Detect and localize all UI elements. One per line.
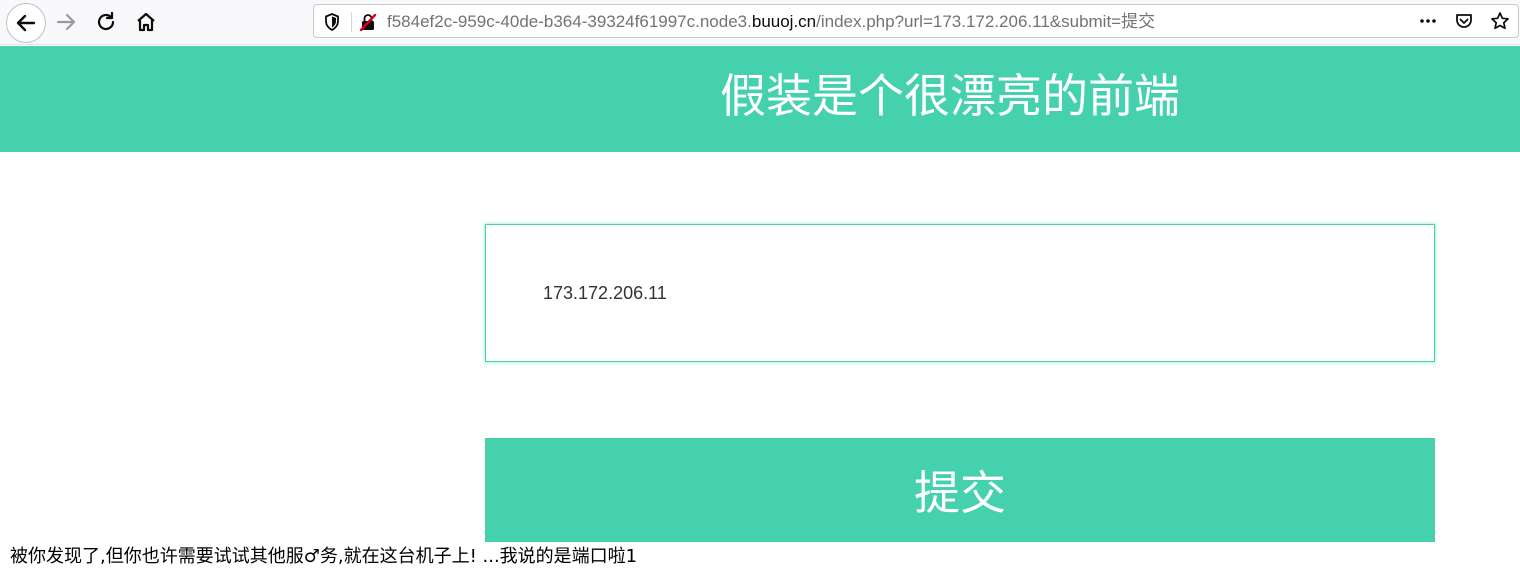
submit-button[interactable]: 提交	[485, 438, 1435, 542]
url-input[interactable]	[485, 224, 1435, 362]
tracking-shield-icon[interactable]	[322, 12, 342, 36]
url-prefix: f584ef2c-959c-40de-b364-39324f61997c.nod…	[387, 12, 752, 31]
insecure-lock-icon[interactable]	[358, 12, 378, 36]
urlbar-divider	[351, 12, 352, 32]
home-button[interactable]	[127, 3, 165, 41]
forward-icon	[55, 11, 77, 33]
url-text[interactable]: f584ef2c-959c-40de-b364-39324f61997c.nod…	[387, 12, 1155, 32]
result-message: 被你发现了,但你也许需要试试其他服♂务,就在这台机子上! ...我说的是端口啦1	[10, 546, 638, 567]
url-domain: buuoj.cn	[751, 12, 817, 31]
home-icon	[135, 11, 157, 33]
forward-button[interactable]	[47, 3, 85, 41]
browser-toolbar: f584ef2c-959c-40de-b364-39324f61997c.nod…	[0, 0, 1520, 45]
address-bar[interactable]: f584ef2c-959c-40de-b364-39324f61997c.nod…	[313, 4, 1519, 38]
url-suffix: /index.php?url=173.172.206.11&submit=提交	[816, 12, 1156, 31]
page-title: 假装是个很漂亮的前端	[720, 69, 1180, 123]
reload-button[interactable]	[87, 3, 125, 41]
page-header: 假装是个很漂亮的前端	[0, 46, 1520, 152]
bookmark-star-icon[interactable]	[1482, 5, 1518, 37]
reload-icon	[95, 11, 117, 33]
pocket-icon[interactable]	[1446, 5, 1482, 37]
page-actions-icon[interactable]	[1410, 5, 1446, 37]
back-button[interactable]	[6, 3, 46, 43]
back-icon	[15, 12, 37, 34]
